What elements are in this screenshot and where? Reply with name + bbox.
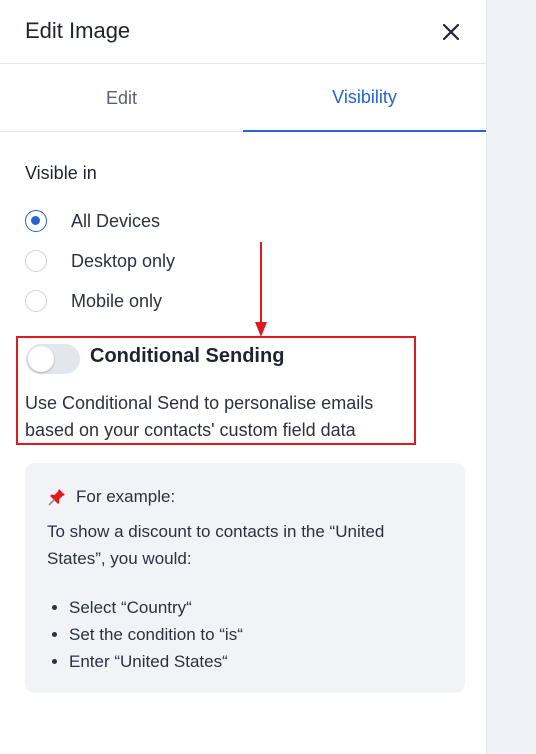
panel-header: Edit Image bbox=[0, 0, 486, 64]
list-item: Select “Country“ bbox=[47, 594, 243, 621]
pushpin-icon bbox=[48, 489, 65, 506]
radio-selected-icon[interactable] bbox=[25, 210, 47, 232]
example-text: To show a discount to contacts in the “U… bbox=[47, 522, 385, 568]
radio-label: All Devices bbox=[71, 210, 161, 231]
radio-unselected-icon[interactable] bbox=[25, 290, 47, 312]
edit-image-panel: Edit Image Edit Visibility Visible in Al… bbox=[0, 0, 487, 754]
close-icon[interactable] bbox=[438, 19, 464, 45]
list-item: Enter “United States“ bbox=[47, 648, 243, 675]
example-steps-list: Select “Country“ Set the condition to “i… bbox=[47, 594, 243, 675]
toggle-knob bbox=[28, 346, 54, 372]
visible-in-label: Visible in bbox=[25, 163, 97, 183]
conditional-sending-title: Conditional Sending bbox=[90, 345, 285, 367]
example-heading: For example: bbox=[76, 487, 176, 506]
tab-bar: Edit Visibility bbox=[0, 64, 486, 132]
example-callout: For example: To show a discount to conta… bbox=[25, 463, 465, 693]
radio-all-devices[interactable]: All Devices bbox=[25, 208, 160, 234]
list-item: Set the condition to “is“ bbox=[47, 621, 243, 648]
conditional-sending-toggle[interactable] bbox=[26, 344, 80, 374]
annotation-arrow-icon bbox=[255, 242, 267, 337]
radio-unselected-icon[interactable] bbox=[25, 250, 47, 272]
example-heading-row: For example: bbox=[48, 487, 175, 507]
canvas-background bbox=[487, 0, 536, 754]
tab-visibility[interactable]: Visibility bbox=[243, 64, 486, 132]
conditional-sending-description: Use Conditional Send to personalise emai… bbox=[25, 393, 374, 440]
radio-label: Mobile only bbox=[71, 290, 163, 311]
radio-label: Desktop only bbox=[71, 250, 176, 271]
tab-edit[interactable]: Edit bbox=[0, 64, 243, 132]
panel-title: Edit Image bbox=[25, 18, 131, 43]
radio-mobile-only[interactable]: Mobile only bbox=[25, 288, 162, 314]
radio-desktop-only[interactable]: Desktop only bbox=[25, 248, 175, 274]
